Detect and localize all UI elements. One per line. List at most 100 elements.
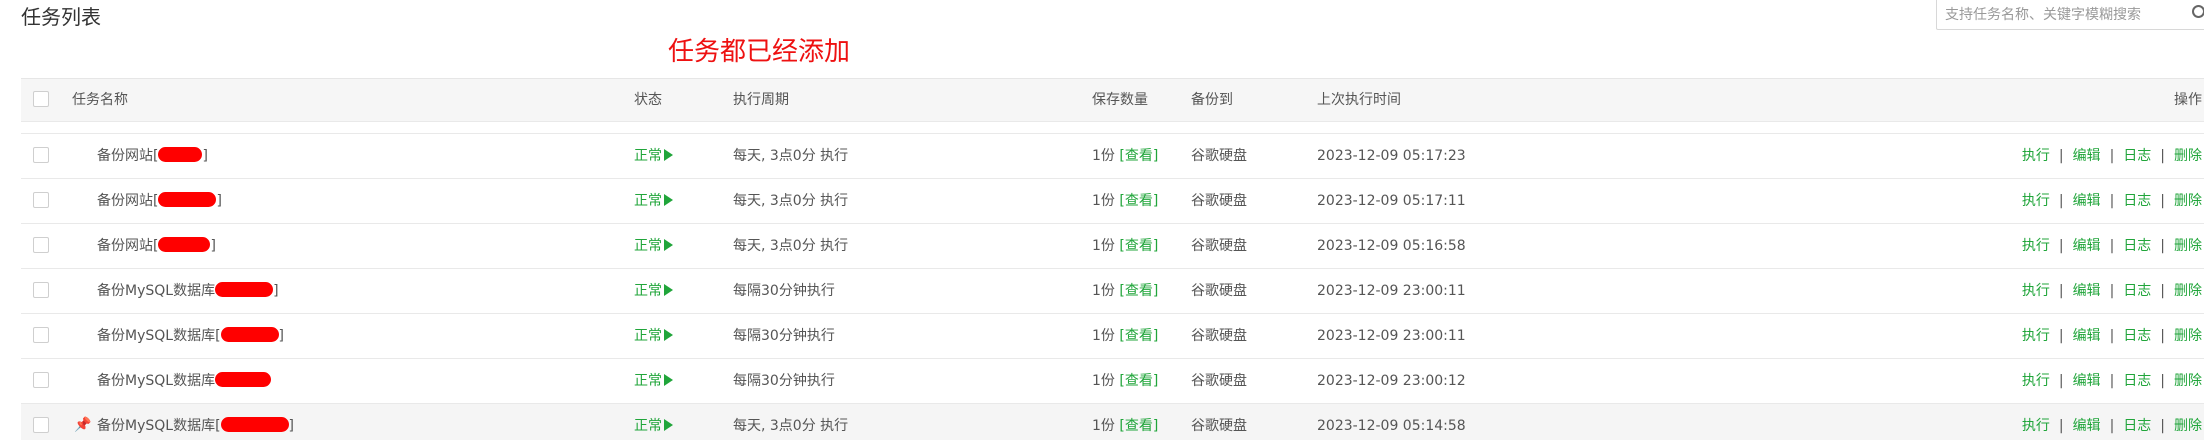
action-separator: | — [2160, 283, 2165, 299]
action-separator: | — [2058, 283, 2064, 299]
play-icon — [664, 418, 673, 431]
delete-button[interactable]: 删除 — [2174, 328, 2202, 344]
action-separator: | — [2058, 148, 2064, 164]
row-checkbox[interactable] — [33, 236, 49, 253]
edit-button[interactable]: 编辑 — [2073, 193, 2101, 209]
last-run-time: 2023-12-09 05:17:11 — [1317, 193, 1466, 209]
pin-icon[interactable]: 📌 — [74, 418, 91, 432]
status-badge[interactable]: 正常 — [634, 314, 673, 358]
action-separator: | — [2160, 148, 2165, 164]
row-checkbox[interactable] — [33, 281, 49, 298]
row-checkbox-cell — [33, 359, 49, 403]
task-cycle: 每隔30分钟执行 — [733, 283, 835, 299]
status-text: 正常 — [634, 328, 662, 344]
status-badge[interactable]: 正常 — [634, 359, 673, 403]
delete-button[interactable]: 删除 — [2174, 418, 2202, 434]
select-all-checkbox-cell — [33, 79, 49, 121]
action-separator: | — [2109, 238, 2115, 254]
delete-button[interactable]: 删除 — [2174, 238, 2202, 254]
last-run-time: 2023-12-09 23:00:12 — [1317, 373, 1466, 389]
delete-button[interactable]: 删除 — [2174, 148, 2202, 164]
status-badge[interactable]: 正常 — [634, 269, 673, 313]
row-checkbox-cell — [33, 224, 49, 268]
row-checkbox[interactable] — [33, 371, 49, 388]
delete-button[interactable]: 删除 — [2174, 283, 2202, 299]
header-save-count: 保存数量 — [1092, 92, 1148, 108]
task-name: 备份网站[] — [97, 179, 222, 223]
search-icon[interactable] — [2192, 5, 2204, 18]
row-checkbox[interactable] — [33, 326, 49, 343]
table-row: 备份网站[] 正常 每天, 3点0分 执行 1份 [查看] 谷歌硬盘 2023-12-09… — [21, 179, 2204, 224]
save-count: 1份 [查看] — [1092, 314, 1158, 358]
select-all-checkbox[interactable] — [33, 90, 49, 107]
task-name-prefix: 备份MySQL数据库[ — [97, 418, 221, 434]
status-badge[interactable]: 正常 — [634, 179, 673, 223]
log-button[interactable]: 日志 — [2123, 418, 2151, 434]
search-input[interactable] — [1945, 4, 2185, 26]
redaction-mark — [158, 147, 203, 162]
run-button[interactable]: 执行 — [2022, 283, 2050, 299]
run-button[interactable]: 执行 — [2022, 328, 2050, 344]
view-backups-link[interactable]: [查看] — [1119, 193, 1158, 209]
action-separator: | — [2109, 418, 2115, 434]
view-backups-link[interactable]: [查看] — [1119, 283, 1158, 299]
action-separator: | — [2109, 283, 2115, 299]
action-separator: | — [2109, 193, 2115, 209]
edit-button[interactable]: 编辑 — [2073, 148, 2101, 164]
save-count: 1份 [查看] — [1092, 404, 1158, 440]
log-button[interactable]: 日志 — [2123, 373, 2151, 389]
run-button[interactable]: 执行 — [2022, 373, 2050, 389]
redaction-mark — [158, 192, 217, 207]
edit-button[interactable]: 编辑 — [2073, 283, 2101, 299]
view-backups-link[interactable]: [查看] — [1119, 418, 1158, 434]
row-checkbox[interactable] — [33, 416, 49, 433]
play-icon — [664, 328, 673, 341]
log-button[interactable]: 日志 — [2123, 193, 2151, 209]
run-button[interactable]: 执行 — [2022, 238, 2050, 254]
status-text: 正常 — [634, 373, 662, 389]
row-actions: 执行 | 编辑 | 日志 | 删除 — [2022, 134, 2202, 178]
backup-destination: 谷歌硬盘 — [1191, 238, 1247, 254]
edit-button[interactable]: 编辑 — [2073, 238, 2101, 254]
log-button[interactable]: 日志 — [2123, 148, 2151, 164]
action-separator: | — [2109, 373, 2115, 389]
status-badge[interactable]: 正常 — [634, 134, 673, 178]
delete-button[interactable]: 删除 — [2174, 193, 2202, 209]
run-button[interactable]: 执行 — [2022, 193, 2050, 209]
action-separator: | — [2160, 193, 2165, 209]
view-backups-link[interactable]: [查看] — [1119, 373, 1158, 389]
backup-destination: 谷歌硬盘 — [1191, 328, 1247, 344]
view-backups-link[interactable]: [查看] — [1119, 148, 1158, 164]
row-checkbox[interactable] — [33, 146, 49, 163]
log-button[interactable]: 日志 — [2123, 328, 2151, 344]
backup-destination: 谷歌硬盘 — [1191, 373, 1247, 389]
backup-destination: 谷歌硬盘 — [1191, 418, 1247, 434]
action-separator: | — [2058, 193, 2064, 209]
action-separator: | — [2160, 328, 2165, 344]
task-table: 任务名称 状态 执行周期 保存数量 备份到 上次执行时间 操作 备份网站[] 正常… — [21, 78, 2204, 440]
save-count-value: 1份 — [1092, 373, 1115, 389]
table-row: 📌 备份MySQL数据库[] 正常 每天, 3点0分 执行 1份 [查看] 谷歌硬盘 202… — [21, 404, 2204, 440]
log-button[interactable]: 日志 — [2123, 238, 2151, 254]
status-badge[interactable]: 正常 — [634, 404, 673, 440]
edit-button[interactable]: 编辑 — [2073, 418, 2101, 434]
run-button[interactable]: 执行 — [2022, 148, 2050, 164]
view-backups-link[interactable]: [查看] — [1119, 328, 1158, 344]
status-badge[interactable]: 正常 — [634, 224, 673, 268]
task-name: 备份MySQL数据库 — [97, 359, 272, 403]
row-actions: 执行 | 编辑 | 日志 | 删除 — [2022, 179, 2202, 223]
row-actions: 执行 | 编辑 | 日志 | 删除 — [2022, 269, 2202, 313]
action-separator: | — [2160, 238, 2165, 254]
delete-button[interactable]: 删除 — [2174, 373, 2202, 389]
task-name-prefix: 备份网站[ — [97, 238, 159, 254]
edit-button[interactable]: 编辑 — [2073, 328, 2101, 344]
table-row: 备份MySQL数据库 正常 每隔30分钟执行 1份 [查看] 谷歌硬盘 2023-12-0… — [21, 359, 2204, 404]
edit-button[interactable]: 编辑 — [2073, 373, 2101, 389]
row-checkbox[interactable] — [33, 191, 49, 208]
status-text: 正常 — [634, 283, 662, 299]
log-button[interactable]: 日志 — [2123, 283, 2151, 299]
view-backups-link[interactable]: [查看] — [1119, 238, 1158, 254]
run-button[interactable]: 执行 — [2022, 418, 2050, 434]
save-count-value: 1份 — [1092, 148, 1115, 164]
task-name-prefix: 备份网站[ — [97, 148, 159, 164]
